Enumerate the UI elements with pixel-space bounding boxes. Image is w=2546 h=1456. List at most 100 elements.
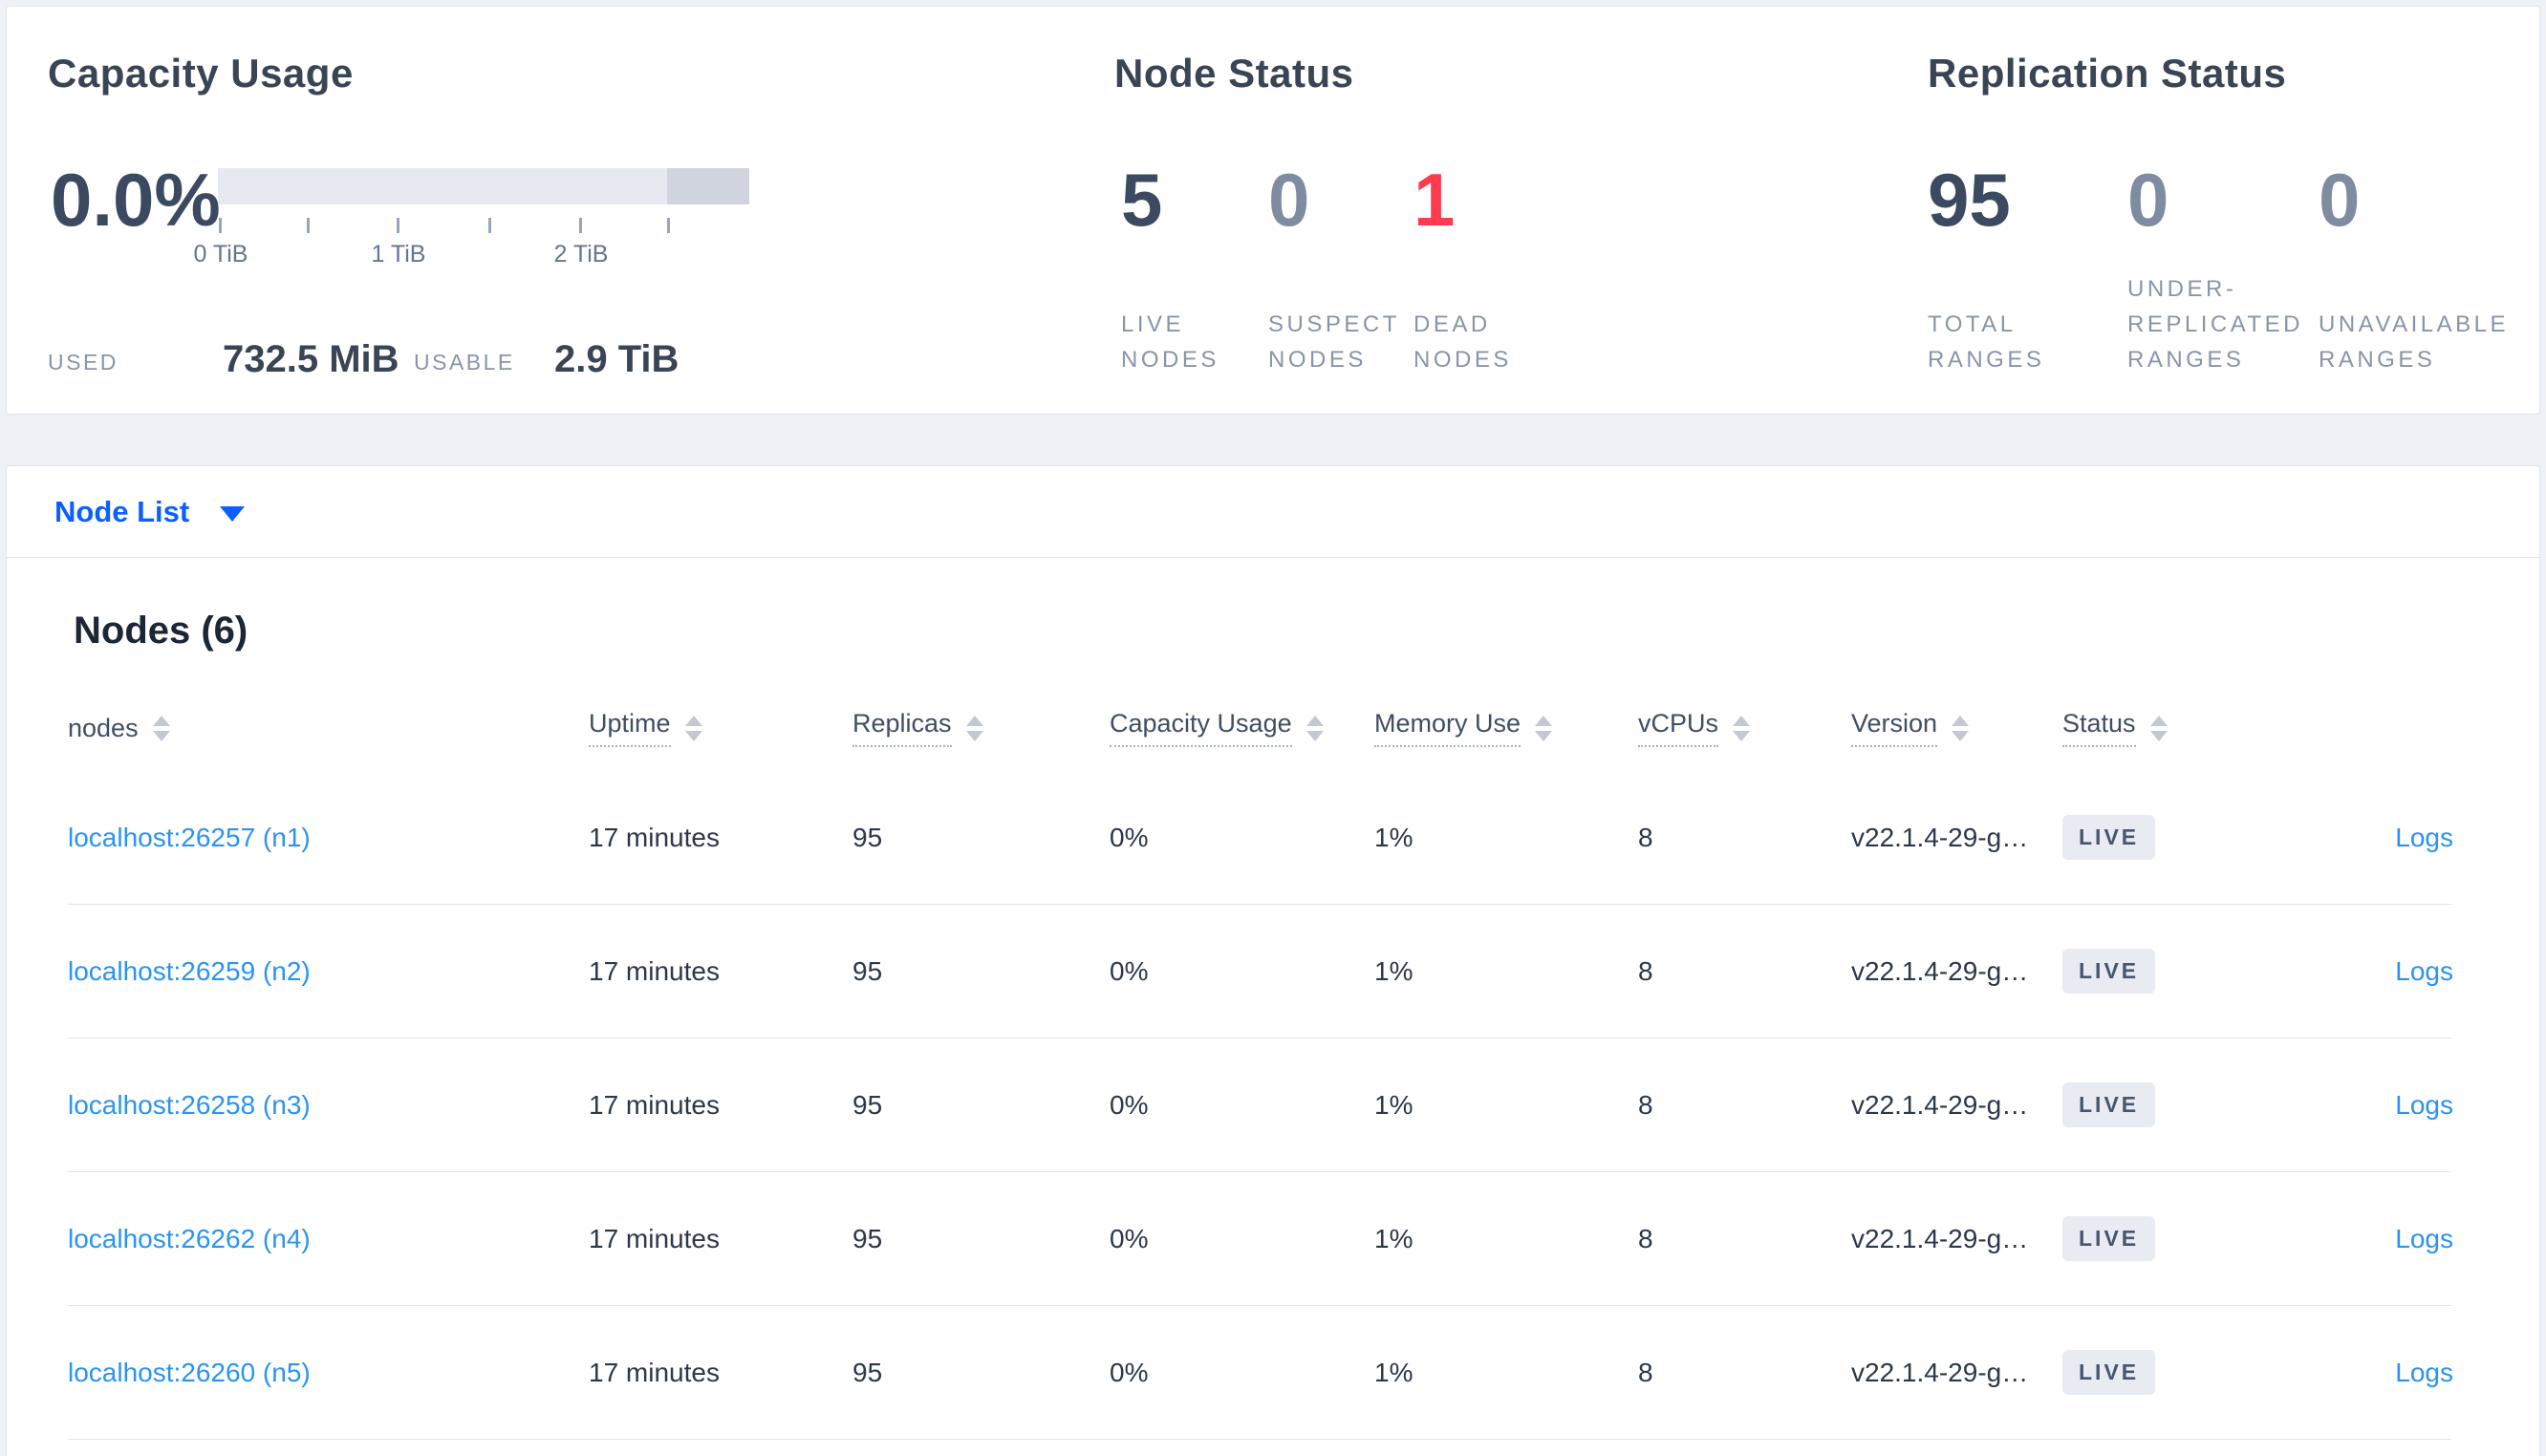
suspect-nodes-count: 0 — [1268, 158, 1310, 242]
sort-icon[interactable] — [1952, 715, 1970, 741]
cluster-overview-page: Capacity Usage 0.0% 0 TiB 1 TiB 2 TiB US… — [0, 0, 2546, 1456]
under-replicated-ranges-label: UNDER- REPLICATED RANGES — [2127, 276, 2303, 373]
status-badge: LIVE — [2062, 1350, 2156, 1395]
live-nodes-label: LIVE NODES — [1121, 311, 1219, 373]
memory-cell: 1% — [1374, 955, 1413, 986]
capacity-cell: 0% — [1110, 1223, 1149, 1253]
sort-icon[interactable] — [684, 715, 702, 741]
memory-cell: 1% — [1374, 1089, 1413, 1120]
total-ranges-count: 95 — [1928, 158, 2011, 242]
live-nodes-count: 5 — [1121, 158, 1163, 242]
uptime-cell: 17 minutes — [589, 822, 720, 852]
capacity-axis-tick — [219, 218, 222, 233]
vcpus-cell: 8 — [1638, 822, 1653, 852]
uptime-cell: 17 minutes — [589, 1357, 720, 1387]
version-cell: v22.1.4-29-g… — [1851, 1223, 2029, 1253]
capacity-cell: 0% — [1110, 955, 1149, 986]
replicas-cell: 95 — [852, 955, 883, 986]
replicas-cell: 95 — [852, 1089, 883, 1120]
sort-icon[interactable] — [152, 715, 170, 741]
node-status-title: Node Status — [1114, 51, 1354, 96]
capacity-axis-tick — [307, 218, 310, 233]
node-link[interactable]: localhost:26262 (n4) — [68, 1224, 311, 1253]
vcpus-cell: 8 — [1638, 1223, 1653, 1253]
usable-label: USABLE — [414, 350, 515, 375]
uptime-cell: 17 minutes — [589, 955, 720, 986]
capacity-tick-label: 0 TiB — [193, 241, 248, 268]
logs-link[interactable]: Logs — [2395, 956, 2453, 986]
capacity-cell: 0% — [1110, 1357, 1149, 1387]
nodes-section-title: Nodes (6) — [74, 610, 248, 652]
chevron-down-icon — [220, 505, 246, 522]
node-list-dropdown[interactable]: Node List — [7, 466, 2539, 558]
capacity-axis-tick — [579, 218, 582, 233]
sort-icon[interactable] — [965, 715, 983, 741]
version-cell: v22.1.4-29-g… — [1851, 1089, 2029, 1120]
logs-link[interactable]: Logs — [2395, 1358, 2453, 1387]
vcpus-cell: 8 — [1638, 955, 1653, 986]
capacity-cell: 0% — [1110, 822, 1149, 852]
sort-icon[interactable] — [1305, 715, 1324, 741]
nodes-section: Nodes (6) nodes Uptime Replicas Capacity… — [7, 558, 2539, 1440]
column-header-uptime[interactable]: Uptime — [589, 709, 852, 747]
capacity-used-percent: 0.0% — [51, 158, 221, 242]
capacity-axis-tick — [397, 218, 399, 233]
node-link[interactable]: localhost:26259 (n2) — [68, 956, 311, 986]
column-header-replicas[interactable]: Replicas — [852, 709, 1110, 747]
column-header-version[interactable]: Version — [1851, 709, 2062, 747]
version-cell: v22.1.4-29-g… — [1851, 822, 2029, 852]
replication-status-title: Replication Status — [1928, 51, 2287, 96]
logs-link[interactable]: Logs — [2395, 1090, 2453, 1120]
column-header-memory-use[interactable]: Memory Use — [1374, 709, 1638, 747]
vcpus-cell: 8 — [1638, 1089, 1653, 1120]
replicas-cell: 95 — [852, 1357, 883, 1387]
capacity-axis-tick — [667, 218, 670, 233]
memory-cell: 1% — [1374, 1223, 1413, 1253]
memory-cell: 1% — [1374, 822, 1413, 852]
node-link[interactable]: localhost:26257 (n1) — [68, 823, 311, 852]
total-ranges-label: TOTAL RANGES — [1928, 311, 2045, 373]
table-row: localhost:26259 (n2) 17 minutes 95 0% 1%… — [68, 905, 2453, 1038]
column-header-nodes[interactable]: nodes — [68, 714, 589, 743]
sort-icon[interactable] — [1535, 715, 1553, 741]
unavailable-ranges-label: UNAVAILABLE RANGES — [2319, 311, 2510, 373]
status-badge: LIVE — [2062, 949, 2156, 994]
node-link[interactable]: localhost:26258 (n3) — [68, 1090, 311, 1120]
version-cell: v22.1.4-29-g… — [1851, 955, 2029, 986]
sort-icon[interactable] — [1733, 715, 1751, 741]
status-badge: LIVE — [2062, 1216, 2156, 1261]
capacity-cell: 0% — [1110, 1089, 1149, 1120]
node-link[interactable]: localhost:26260 (n5) — [68, 1358, 311, 1387]
unavailable-ranges-count: 0 — [2319, 158, 2361, 242]
usable-value: 2.9 TiB — [554, 338, 680, 380]
logs-link[interactable]: Logs — [2395, 823, 2453, 852]
capacity-axis-tick — [488, 218, 491, 233]
capacity-tick-label: 2 TiB — [553, 241, 609, 268]
capacity-usage-title: Capacity Usage — [48, 51, 354, 96]
logs-link[interactable]: Logs — [2395, 1224, 2453, 1253]
replicas-cell: 95 — [852, 1223, 883, 1253]
status-badge: LIVE — [2062, 1082, 2156, 1127]
uptime-cell: 17 minutes — [589, 1089, 720, 1120]
version-cell: v22.1.4-29-g… — [1851, 1357, 2029, 1387]
column-header-vcpus[interactable]: vCPUs — [1638, 709, 1851, 747]
sort-icon[interactable] — [2149, 715, 2168, 741]
replicas-cell: 95 — [852, 822, 883, 852]
capacity-bar-other-segment — [667, 168, 749, 204]
table-row: localhost:26257 (n1) 17 minutes 95 0% 1%… — [68, 771, 2453, 905]
table-row: localhost:26260 (n5) 17 minutes 95 0% 1%… — [68, 1306, 2453, 1440]
used-value: 732.5 MiB — [223, 338, 399, 380]
status-badge: LIVE — [2062, 815, 2156, 860]
column-header-capacity-usage[interactable]: Capacity Usage — [1110, 709, 1374, 747]
vcpus-cell: 8 — [1638, 1357, 1653, 1387]
table-header-row: nodes Uptime Replicas Capacity Usage Mem… — [68, 685, 2451, 771]
column-header-status[interactable]: Status — [2062, 709, 2323, 747]
capacity-usage-bar: 0 TiB 1 TiB 2 TiB — [194, 168, 749, 268]
dead-nodes-label: DEAD NODES — [1413, 311, 1512, 373]
node-list-card: Node List Nodes (6) nodes Uptime Replica… — [6, 465, 2540, 1456]
used-label: USED — [48, 350, 119, 375]
uptime-cell: 17 minutes — [589, 1223, 720, 1253]
under-replicated-ranges-count: 0 — [2127, 158, 2169, 242]
table-row: localhost:26262 (n4) 17 minutes 95 0% 1%… — [68, 1172, 2453, 1306]
memory-cell: 1% — [1374, 1357, 1413, 1387]
